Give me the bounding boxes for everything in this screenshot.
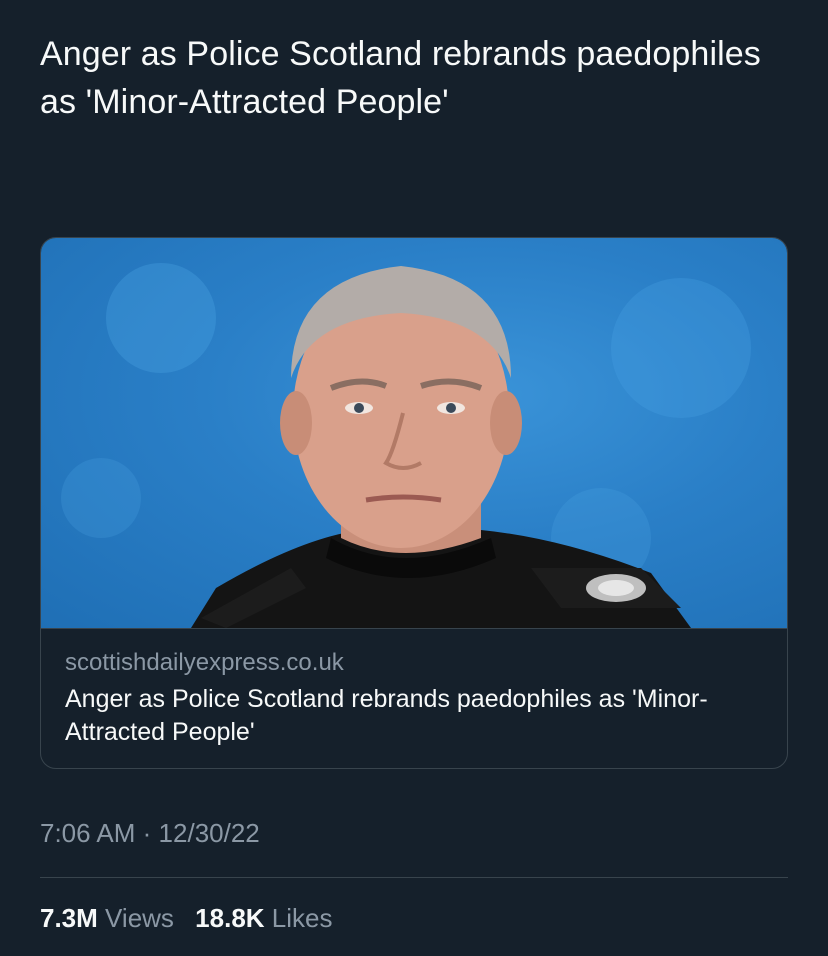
views-label: Views — [105, 903, 174, 933]
likes-stat[interactable]: 18.8K Likes — [195, 903, 332, 933]
card-title: Anger as Police Scotland rebrands paedop… — [65, 685, 708, 746]
tweet-text: Anger as Police Scotland rebrands paedop… — [40, 35, 761, 121]
tweet-time[interactable]: 7:06 AM — [40, 818, 135, 848]
tweet-timestamp: 7:06 AM · 12/30/22 — [40, 815, 260, 851]
likes-count: 18.8K — [195, 903, 265, 933]
timestamp-separator: · — [142, 818, 152, 848]
card-image — [41, 238, 787, 628]
views-count: 7.3M — [40, 903, 98, 933]
likes-label: Likes — [271, 903, 333, 933]
officer-portrait-image — [61, 263, 751, 628]
tweet-date[interactable]: 12/30/22 — [159, 818, 260, 848]
link-preview-card[interactable]: scottishdailyexpress.co.uk Anger as Poli… — [40, 237, 788, 769]
card-domain: scottishdailyexpress.co.uk — [65, 649, 344, 676]
views-stat[interactable]: 7.3M Views — [40, 903, 174, 933]
card-divider — [41, 628, 787, 629]
divider — [40, 877, 788, 878]
tweet-stats: 7.3M Views 18.8K Likes — [40, 900, 347, 936]
